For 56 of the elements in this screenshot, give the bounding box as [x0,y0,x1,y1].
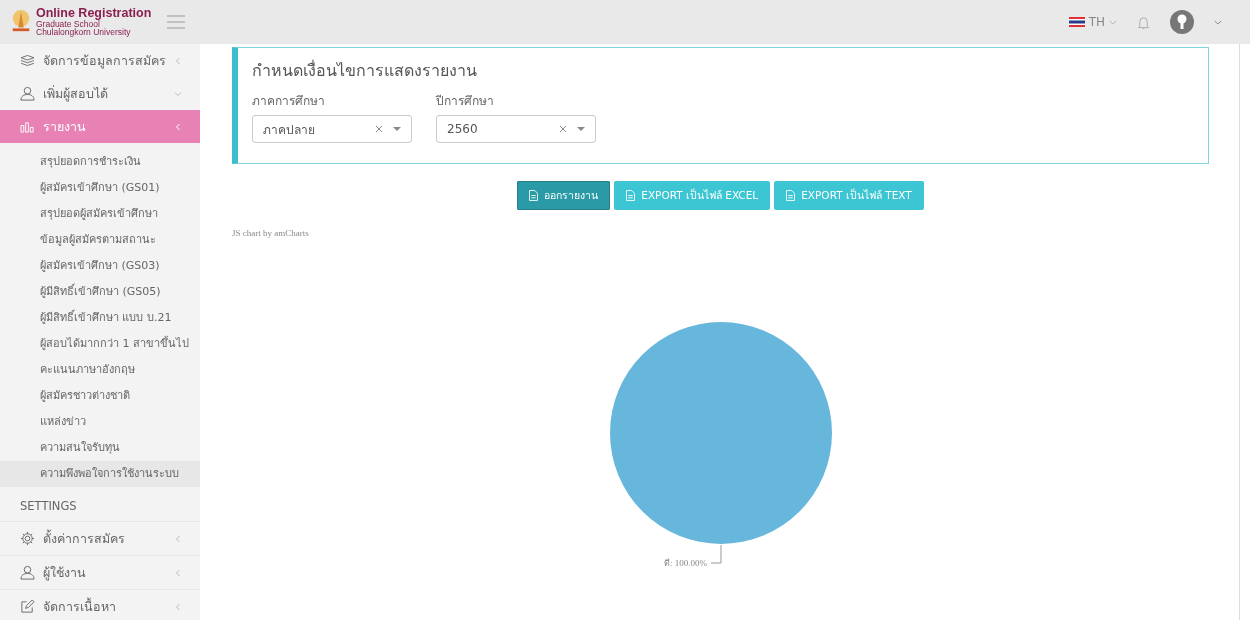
chevron-down-icon [174,89,182,98]
menu-item[interactable]: เพิ่มผู้สอบได้ [0,77,200,110]
menu-item[interactable]: ผู้ใช้งาน [0,555,200,589]
edit-icon [20,599,35,614]
chevron-left-icon [174,534,182,543]
chevron-down-icon [1109,19,1117,25]
bell-icon[interactable] [1137,14,1150,30]
field-label: ภาคการศึกษา [252,93,326,110]
chevron-left-icon [174,602,182,611]
document-icon [786,190,796,201]
university-name: Chulalongkorn University [36,28,132,37]
section-heading: SETTINGS [19,498,78,515]
submenu-item[interactable]: ความพึงพอใจการใช้งานระบบ [0,461,200,487]
caret-icon [393,127,401,131]
avatar-icon[interactable] [1170,10,1194,34]
clear-icon[interactable] [375,125,383,133]
submenu-item[interactable]: คะแนนภาษาอังกฤษ [0,357,200,383]
submenu-item[interactable]: ผู้มีสิทธิ์เข้าศึกษา (GS05) [0,279,200,305]
field-label: ปีการศึกษา [436,93,495,110]
panel-title: กำหนดเงื่อนไขการแสดงรายงาน [252,59,478,82]
user-icon [20,565,35,580]
document-icon [529,190,539,201]
submenu-item[interactable]: ผู้สมัครชาวต่างชาติ [0,383,200,409]
bar-chart-icon [20,120,35,133]
chevron-left-icon [174,568,182,577]
menu-item[interactable]: ตั้งค่าการสมัคร [0,521,200,555]
app-subtitle: Graduate School [36,19,100,29]
submenu-item[interactable]: สรุปยอดผู้สมัครเข้าศึกษา [0,201,200,227]
app-title: Online Registration [36,7,152,20]
select-field[interactable]: ภาคปลาย [252,115,412,143]
data-label: ดี: 100.00% [663,558,707,568]
submenu-item[interactable]: สรุปยอดการชำระเงิน [0,149,200,175]
layers-icon [20,55,35,66]
leader-line [710,544,721,564]
submenu-item[interactable]: ผู้สมัครเข้าศึกษา (GS01) [0,175,200,201]
document-icon [626,190,636,201]
submenu-item[interactable]: ผู้สอบได้มากกว่า 1 สาขาขึ้นไป [0,331,200,357]
report-button[interactable]: ออกรายงาน [517,181,611,210]
chevron-left-icon [174,56,182,65]
clear-icon[interactable] [559,125,567,133]
chevron-down-icon[interactable] [1214,19,1222,25]
menu-item[interactable]: จัดการข้อมูลการสมัคร [0,44,200,77]
submenu-item[interactable]: ความสนใจรับทุน [0,435,200,461]
submenu-item[interactable]: ผู้สมัครเข้าศึกษา (GS03) [0,253,200,279]
submenu-item[interactable]: ผู้มีสิทธิ์เข้าศึกษา แบบ บ.21 [0,305,200,331]
chart-credit: JS chart by amCharts [232,228,310,238]
menu-item[interactable]: จัดการเนื้อหา [0,589,200,620]
submenu-item[interactable]: ข้อมูลผู้สมัครตามสถานะ [0,227,200,253]
chevron-left-icon [174,122,182,131]
gear-icon [20,531,35,546]
submenu-item[interactable]: แหล่งข่าว [0,409,200,435]
user-icon [20,86,35,101]
select-field[interactable]: 2560 [436,115,596,143]
caret-icon [577,127,585,131]
language-selector[interactable]: TH [1068,15,1117,29]
flag-icon [1068,17,1085,27]
